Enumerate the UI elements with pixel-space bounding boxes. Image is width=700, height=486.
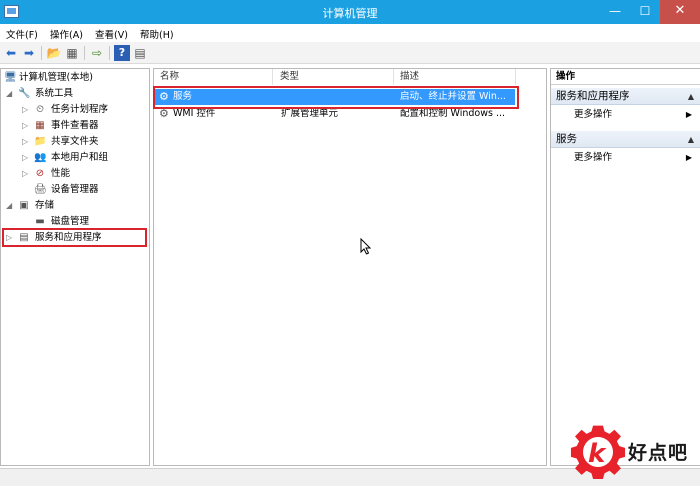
more-actions-label: 更多操作 [574, 152, 613, 163]
collapse-caret-icon[interactable]: ▲ [688, 131, 694, 148]
users-icon: 👥 [34, 152, 47, 163]
title-bar: 计算机管理 — ☐ ✕ [0, 0, 700, 24]
tree-item-label: 系统工具 [35, 88, 74, 99]
tree-item-label: 任务计划程序 [51, 104, 109, 115]
column-header-name[interactable]: 名称 [154, 69, 273, 85]
details-list: 名称 类型 描述 ⚙ 服务 启动、终止并设置 Win... ⚙ WMI 控件 扩… [153, 68, 547, 466]
up-folder-icon[interactable]: 📂 [46, 45, 62, 61]
actions-pane: 操作 服务和应用程序 ▲ 更多操作 ▶ 服务 ▲ 更多操作 ▶ [550, 68, 700, 466]
disk-icon: ▬ [35, 216, 45, 227]
expand-arrow-icon[interactable]: ▷ [22, 166, 30, 181]
highlight-box [153, 86, 519, 109]
show-action-pane-icon[interactable]: ▤ [132, 45, 148, 61]
menu-help[interactable]: 帮助(H) [140, 27, 174, 41]
minimize-button[interactable]: — [600, 0, 630, 24]
forward-arrow-icon[interactable]: ➡ [21, 45, 37, 61]
tree-item-label: 性能 [51, 168, 71, 179]
device-manager-icon: 🖨 [34, 184, 47, 195]
menu-action[interactable]: 操作(A) [50, 27, 83, 41]
column-header-description[interactable]: 描述 [394, 69, 516, 85]
storage-icon: ▣ [19, 200, 29, 211]
tools-icon: 🔧 [18, 88, 31, 99]
action-group-title: 服务和应用程序 [556, 90, 630, 102]
expand-arrow-icon[interactable]: ▷ [22, 102, 30, 117]
menu-view[interactable]: 查看(V) [95, 27, 128, 41]
toolbar-separator [84, 46, 85, 60]
expand-arrow-icon[interactable]: ▷ [22, 118, 30, 133]
column-header-type[interactable]: 类型 [274, 69, 394, 85]
shared-folder-icon: 📁 [34, 136, 47, 147]
more-actions-item[interactable]: 更多操作 ▶ [551, 150, 700, 165]
menu-bar: 文件(F) 操作(A) 查看(V) 帮助(H) [0, 24, 700, 42]
performance-icon: ⊘ [35, 168, 45, 179]
more-actions-label: 更多操作 [574, 109, 613, 120]
watermark-logo: k 好点吧 [566, 420, 700, 486]
more-actions-item[interactable]: 更多操作 ▶ [551, 107, 700, 122]
submenu-arrow-icon: ▶ [685, 153, 692, 162]
collapse-arrow-icon[interactable]: ◢ [6, 198, 14, 213]
mouse-cursor-icon [360, 238, 372, 255]
export-list-icon[interactable]: ⇨ [89, 45, 105, 61]
highlight-box [2, 228, 147, 247]
event-viewer-icon: ▦ [35, 120, 45, 131]
watermark-text: 好点吧 [628, 442, 689, 464]
console-tree: 🖥 计算机管理(本地) ◢ 🔧 系统工具 ▷ ⏲ 任务计划程序 ▷ ▦ 事件查看… [0, 68, 150, 466]
window-title: 计算机管理 [322, 7, 378, 20]
toolbar: ⬅ ➡ 📂 ▦ ⇨ ? ▤ [0, 42, 700, 64]
maximize-button[interactable]: ☐ [630, 0, 660, 24]
close-button[interactable]: ✕ [660, 0, 700, 24]
expand-arrow-icon[interactable]: ▷ [22, 134, 30, 149]
expand-arrow-icon[interactable]: ▷ [22, 150, 30, 165]
menu-file[interactable]: 文件(F) [6, 27, 38, 41]
submenu-arrow-icon: ▶ [685, 110, 692, 119]
tree-item-label: 设备管理器 [51, 184, 99, 195]
action-group-title: 服务 [556, 133, 577, 145]
collapse-arrow-icon[interactable]: ◢ [6, 86, 14, 101]
back-arrow-icon[interactable]: ⬅ [3, 45, 19, 61]
gear-logo-icon: k [570, 425, 626, 479]
tree-item-label: 事件查看器 [51, 120, 99, 131]
action-group-services[interactable]: 服务 ▲ [551, 131, 700, 148]
tree-item-label: 磁盘管理 [51, 216, 90, 227]
toolbar-separator [41, 46, 42, 60]
tree-item-label: 存储 [35, 200, 55, 211]
tree-item-label: 本地用户和组 [51, 152, 109, 163]
tree-item-label: 计算机管理(本地) [19, 72, 93, 83]
computer-icon: 🖥 [4, 72, 17, 83]
clock-icon: ⏲ [36, 104, 44, 115]
collapse-caret-icon[interactable]: ▲ [688, 88, 694, 105]
help-icon[interactable]: ? [114, 45, 130, 61]
show-hide-tree-icon[interactable]: ▦ [64, 45, 80, 61]
actions-header: 操作 [551, 69, 700, 85]
action-group-services-applications[interactable]: 服务和应用程序 ▲ [551, 88, 700, 105]
svg-text:k: k [588, 439, 607, 469]
toolbar-separator [109, 46, 110, 60]
tree-item-label: 共享文件夹 [51, 136, 99, 147]
